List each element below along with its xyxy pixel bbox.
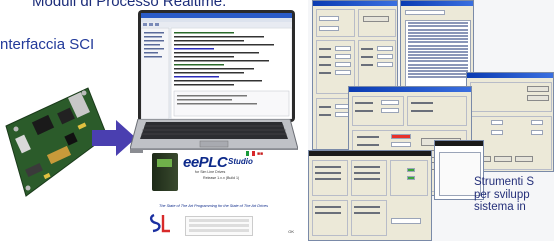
ide-window-mockup — [141, 13, 292, 119]
laptop-keyboard — [130, 119, 298, 153]
drive-device-image — [152, 153, 178, 191]
sci-interface-label: nterfaccia SCI — [0, 36, 95, 53]
io-table-window — [308, 150, 432, 241]
product-version: Release 1.x.x (Build 1) — [203, 176, 240, 180]
tools-caption-line3: sistema in — [474, 201, 526, 213]
italy-flag-icon — [246, 151, 255, 156]
product-info-table — [185, 216, 253, 236]
laptop-screen — [138, 10, 295, 122]
ok-label: OK — [288, 229, 294, 234]
product-subtitle: for Sim Line Drives — [195, 170, 226, 174]
page-title: Moduli di Processo Realtime. — [32, 0, 227, 10]
studio-logo: Studio — [228, 157, 253, 166]
parameter-list-window — [400, 0, 474, 100]
tools-caption-line1: Strumenti S — [474, 176, 535, 188]
product-splash: eePLC Studio ■■ for Sim Line Drives Rele… — [143, 150, 298, 238]
tools-caption-line2: per svilupp — [474, 188, 530, 201]
product-tagline: The State of The Art Programming for the… — [159, 204, 269, 208]
tools-caption: Strumenti S per svilupp sistema in — [474, 176, 534, 214]
eeplc-logo: eePLC — [183, 154, 228, 171]
sl-logo-icon — [149, 213, 170, 233]
ide-screenshot — [141, 13, 292, 119]
brand-mark: ■■ — [257, 151, 264, 157]
